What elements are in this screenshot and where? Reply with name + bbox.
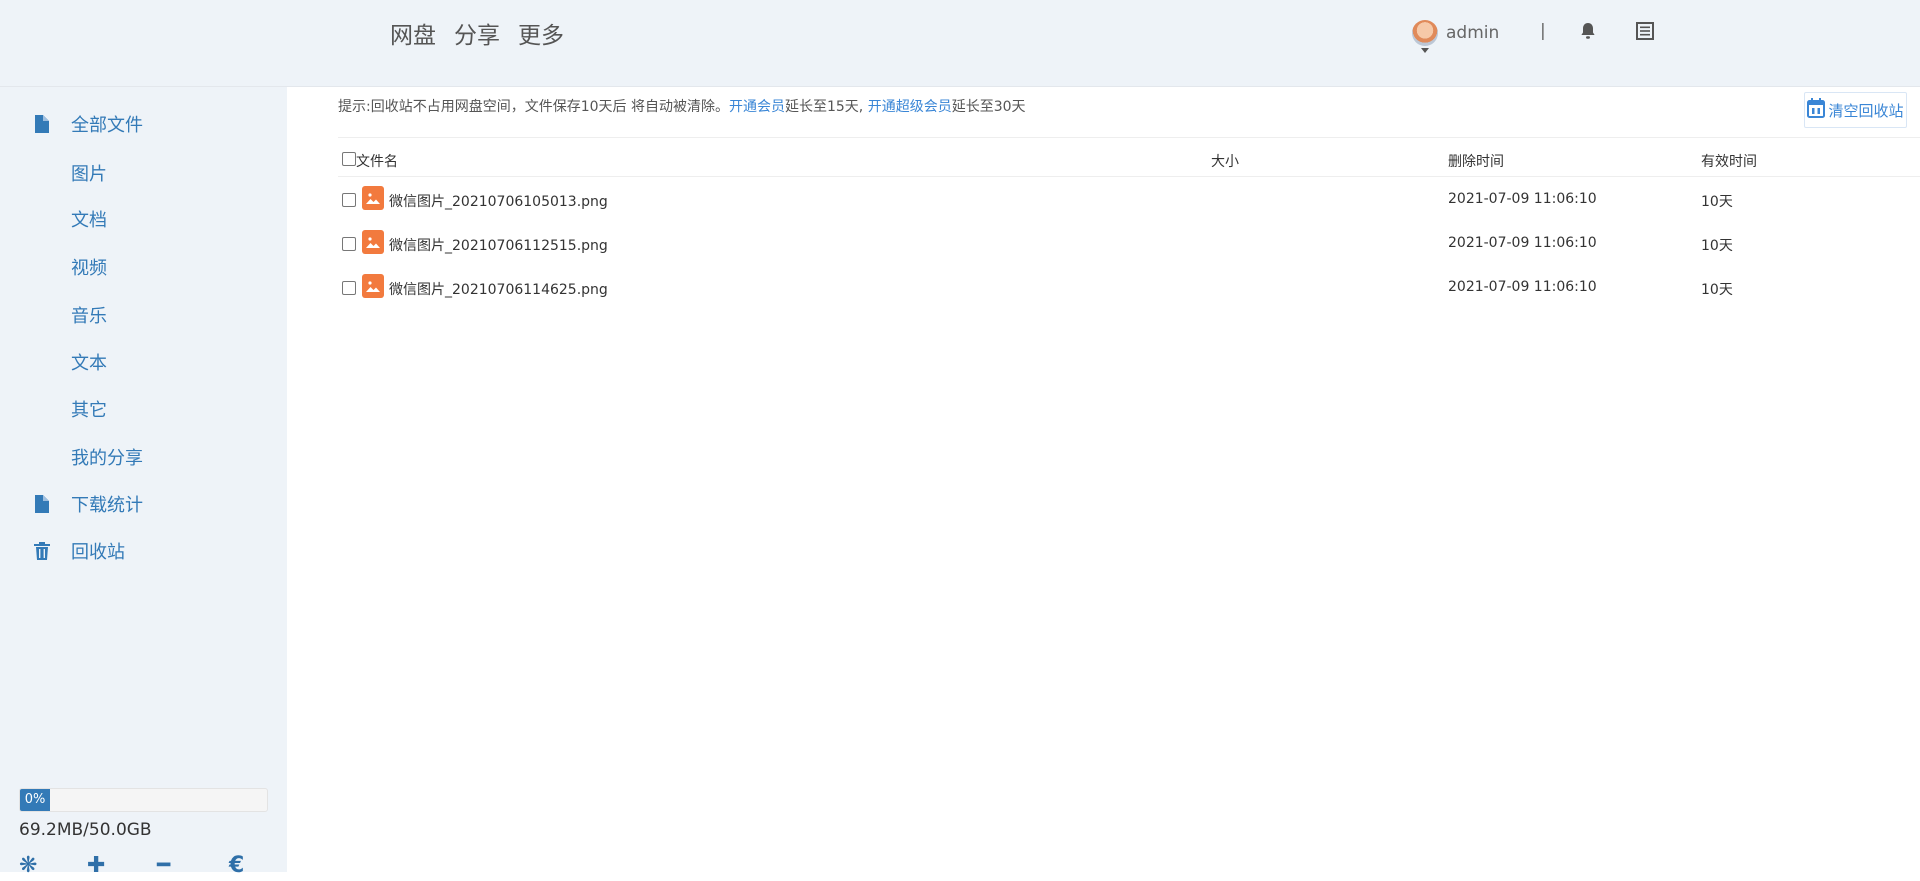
image-file-icon [362,274,384,298]
top-nav: 网盘 分享 更多 [390,16,564,50]
column-header-size[interactable]: 大小 [1211,151,1239,171]
sidebar-item-label: 全部文件 [71,115,143,136]
sidebar-item-label: 图片 [71,164,107,185]
sidebar-item-label: 音乐 [71,306,107,327]
main-content: 提示:回收站不占用网盘空间，文件保存10天后 将自动被清除。开通会员延长至15天… [287,87,1920,872]
sidebar: 全部文件 图片 文档 视频 音乐 文本 其它 我的分享 下载统计 回收站 0% … [0,87,287,878]
nav-share[interactable]: 分享 [454,16,500,50]
select-all-checkbox[interactable] [342,152,356,166]
vip-link[interactable]: 开通会员 [729,99,785,115]
storage-progress: 0% [19,788,268,812]
valid-time: 10天 [1701,194,1733,210]
sidebar-item-label: 我的分享 [71,448,143,469]
storage-tools: ❋ ✚ ━ € [19,853,249,881]
sidebar-item-my-shares[interactable]: 我的分享 [0,440,287,474]
sidebar-item-label: 视频 [71,258,107,279]
trash-icon [34,541,50,561]
asterisk-icon[interactable]: ❋ [19,853,37,878]
empty-recycle-bin-label: 清空回收站 [1828,101,1904,120]
column-header-name[interactable]: 文件名 [356,151,398,171]
avatar[interactable] [1412,20,1438,53]
valid-time: 10天 [1701,282,1733,298]
file-name[interactable]: 微信图片_20210706112515.png [389,235,608,255]
sidebar-item-other[interactable]: 其它 [0,392,287,426]
sidebar-item-text[interactable]: 文本 [0,345,287,379]
recycle-tip: 提示:回收站不占用网盘空间，文件保存10天后 将自动被清除。开通会员延长至15天… [338,96,1026,116]
sidebar-item-label: 文本 [71,353,107,374]
sidebar-item-images[interactable]: 图片 [0,156,287,190]
plus-icon[interactable]: ✚ [87,853,105,878]
storage-progress-fill: 0% [20,789,50,811]
row-checkbox[interactable] [342,237,356,251]
valid-time: 10天 [1701,238,1733,254]
calendar-trash-icon [1807,98,1826,122]
nav-more[interactable]: 更多 [518,16,564,50]
divider [338,176,1920,177]
sidebar-item-label: 回收站 [71,542,125,563]
tip-text: 提示:回收站不占用网盘空间，文件保存10天后 将自动被清除。 [338,99,729,115]
sidebar-item-recycle-bin[interactable]: 回收站 [0,534,287,568]
divider [338,137,1920,138]
row-checkbox[interactable] [342,193,356,207]
sidebar-item-download-stats[interactable]: 下载统计 [0,487,287,521]
row-checkbox[interactable] [342,281,356,295]
table-header: 文件名 大小 删除时间 有效时间 [338,145,1920,173]
deleted-time: 2021-07-09 11:06:10 [1448,235,1597,251]
file-icon [34,114,50,134]
sidebar-item-label: 下载统计 [71,495,143,516]
euro-icon[interactable]: € [229,853,244,878]
nav-netdisk[interactable]: 网盘 [390,16,436,50]
image-file-icon [362,186,384,210]
username[interactable]: admin [1446,23,1499,43]
bell-icon[interactable] [1580,22,1596,44]
storage-usage: 69.2MB/50.0GB [19,820,152,840]
sidebar-item-music[interactable]: 音乐 [0,298,287,332]
file-name[interactable]: 微信图片_20210706114625.png [389,279,608,299]
empty-recycle-bin-button[interactable]: 清空回收站 [1804,92,1907,128]
minus-icon[interactable]: ━ [157,853,170,878]
tip-text-suffix: 延长至30天 [951,99,1026,115]
divider: | [1540,21,1546,41]
file-name[interactable]: 微信图片_20210706105013.png [389,191,608,211]
top-bar: 网盘 分享 更多 admin | [0,0,1920,87]
sidebar-item-documents[interactable]: 文档 [0,202,287,236]
table-row[interactable]: 微信图片_20210706114625.png 2021-07-09 11:06… [338,269,1920,305]
user-menu[interactable]: admin [1412,20,1499,53]
sidebar-item-label: 其它 [71,400,107,421]
table-row[interactable]: 微信图片_20210706112515.png 2021-07-09 11:06… [338,225,1920,261]
column-header-valid-time[interactable]: 有效时间 [1701,151,1757,171]
image-file-icon [362,230,384,254]
tip-text-mid: 延长至15天, [784,99,864,115]
super-vip-link[interactable]: 开通超级会员 [868,99,952,115]
deleted-time: 2021-07-09 11:06:10 [1448,279,1597,295]
table-row[interactable]: 微信图片_20210706105013.png 2021-07-09 11:06… [338,181,1920,217]
deleted-time: 2021-07-09 11:06:10 [1448,191,1597,207]
sidebar-item-all-files[interactable]: 全部文件 [0,107,287,141]
list-icon[interactable] [1636,22,1654,44]
sidebar-item-videos[interactable]: 视频 [0,250,287,284]
file-icon [34,494,50,514]
column-header-deleted-time[interactable]: 删除时间 [1448,151,1504,171]
sidebar-item-label: 文档 [71,210,107,231]
